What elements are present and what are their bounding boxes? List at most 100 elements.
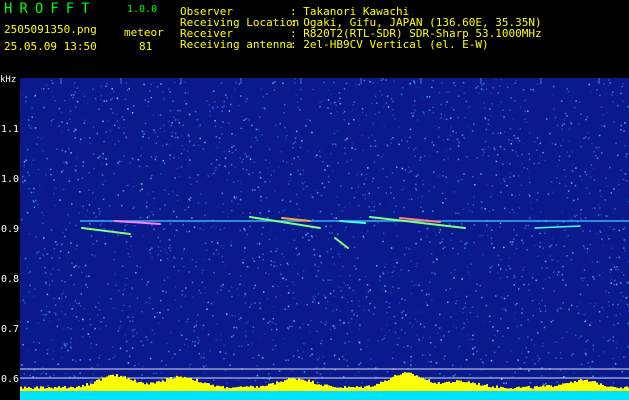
noise-speck	[330, 338, 332, 340]
noise-speck	[74, 91, 76, 93]
noise-speck	[339, 97, 341, 100]
noise-speck	[330, 103, 332, 105]
noise-speck	[319, 210, 322, 213]
noise-speck	[343, 119, 345, 121]
noise-speck	[198, 284, 200, 286]
noise-speck	[109, 129, 112, 132]
noise-speck	[287, 87, 289, 90]
noise-speck	[421, 96, 424, 98]
noise-speck	[117, 140, 120, 142]
noise-speck	[124, 229, 126, 231]
noise-speck	[125, 340, 128, 343]
noise-speck	[596, 157, 599, 160]
activity-bar	[524, 386, 526, 391]
noise-speck	[322, 356, 324, 358]
noise-speck	[176, 307, 178, 310]
noise-speck	[143, 98, 146, 100]
noise-speck	[443, 375, 445, 377]
noise-speck	[373, 161, 376, 164]
noise-speck	[413, 284, 415, 287]
noise-speck	[123, 132, 125, 134]
noise-speck	[429, 155, 431, 157]
noise-speck	[311, 231, 313, 233]
noise-speck	[344, 284, 347, 286]
noise-speck	[327, 239, 330, 241]
noise-speck	[343, 88, 346, 90]
noise-speck	[100, 99, 102, 101]
noise-speck	[497, 132, 499, 134]
noise-speck	[181, 294, 183, 296]
noise-speck	[241, 161, 243, 163]
noise-speck	[346, 359, 348, 362]
noise-speck	[62, 328, 65, 330]
noise-speck	[170, 331, 172, 334]
noise-speck	[466, 318, 468, 321]
noise-speck	[27, 321, 29, 323]
activity-bar	[20, 386, 22, 391]
noise-speck	[234, 166, 237, 169]
noise-speck	[65, 228, 67, 231]
noise-speck	[359, 216, 362, 219]
noise-speck	[386, 145, 389, 147]
noise-speck	[250, 146, 252, 148]
noise-speck	[568, 155, 571, 157]
noise-speck	[78, 212, 80, 214]
noise-speck	[366, 284, 369, 286]
noise-speck	[268, 273, 270, 276]
noise-speck	[505, 382, 507, 384]
noise-speck	[599, 189, 601, 192]
noise-speck	[616, 256, 618, 259]
noise-speck	[465, 295, 468, 298]
noise-speck	[421, 354, 424, 356]
noise-speck	[255, 128, 258, 131]
noise-speck	[183, 248, 185, 250]
noise-speck	[358, 300, 360, 302]
noise-speck	[302, 173, 304, 176]
noise-speck	[574, 106, 576, 109]
noise-speck	[42, 371, 44, 374]
noise-speck	[386, 311, 389, 314]
noise-speck	[620, 291, 622, 294]
noise-speck	[89, 381, 91, 384]
noise-speck	[148, 215, 150, 217]
noise-speck	[154, 158, 157, 161]
noise-speck	[97, 157, 99, 159]
noise-speck	[587, 339, 589, 341]
noise-speck	[221, 255, 224, 258]
noise-speck	[432, 79, 434, 82]
noise-speck	[262, 259, 265, 261]
noise-speck	[440, 113, 443, 115]
noise-speck	[354, 257, 357, 259]
noise-speck	[535, 279, 537, 282]
noise-speck	[499, 226, 501, 229]
noise-speck	[568, 308, 570, 311]
noise-speck	[168, 193, 170, 195]
noise-speck	[240, 190, 242, 193]
activity-bar	[552, 387, 554, 391]
noise-speck	[379, 275, 381, 278]
noise-speck	[315, 235, 318, 237]
noise-speck	[301, 357, 303, 360]
activity-bar	[152, 382, 154, 391]
noise-speck	[609, 226, 611, 228]
noise-speck	[579, 301, 581, 304]
noise-speck	[391, 357, 394, 360]
noise-speck	[541, 345, 544, 347]
noise-speck	[592, 344, 595, 347]
noise-speck	[137, 159, 140, 161]
activity-bar	[194, 380, 196, 391]
noise-speck	[409, 128, 412, 131]
noise-speck	[487, 155, 490, 157]
noise-speck	[396, 235, 398, 237]
noise-speck	[291, 281, 294, 283]
activity-bar	[30, 388, 32, 391]
noise-speck	[428, 293, 430, 296]
noise-speck	[580, 335, 582, 337]
noise-speck	[426, 304, 429, 306]
activity-bar	[230, 388, 232, 391]
noise-speck	[72, 96, 74, 99]
noise-speck	[235, 326, 238, 329]
activity-bar	[78, 386, 80, 391]
noise-speck	[522, 242, 525, 244]
noise-speck	[384, 290, 387, 292]
